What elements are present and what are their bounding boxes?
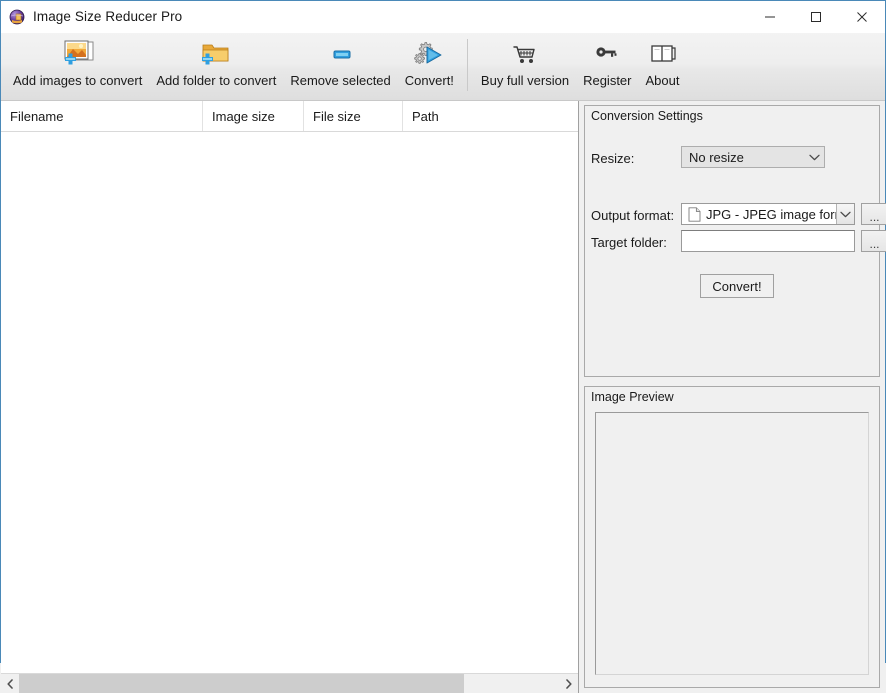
gears-play-icon	[412, 37, 446, 73]
column-header-filename[interactable]: Filename	[1, 101, 203, 131]
target-folder-input[interactable]	[681, 230, 855, 252]
add-image-icon	[61, 37, 95, 73]
toolbar-button-remove-selected[interactable]: Remove selected	[283, 37, 397, 97]
window-title: Image Size Reducer Pro	[33, 9, 182, 24]
column-header-file-size[interactable]: File size	[304, 101, 403, 131]
conversion-settings-group: Conversion Settings Resize: No resize Ou…	[584, 105, 880, 377]
convert-button[interactable]: Convert!	[700, 274, 774, 298]
toolbar-label-buy-full-version: Buy full version	[481, 73, 569, 89]
right-pane: Conversion Settings Resize: No resize Ou…	[579, 101, 885, 693]
window-controls	[747, 1, 885, 32]
toolbar-button-register[interactable]: Register	[576, 37, 638, 97]
scrollbar-thumb[interactable]	[19, 674, 464, 693]
toolbar-separator	[467, 39, 468, 91]
file-list-header: Filename Image size File size Path	[1, 101, 578, 132]
book-icon	[646, 37, 680, 73]
resize-dropdown[interactable]: No resize	[681, 146, 825, 168]
conversion-settings-title: Conversion Settings	[591, 109, 703, 123]
scrollbar-track[interactable]	[19, 674, 560, 693]
column-header-path[interactable]: Path	[403, 101, 578, 131]
scroll-left-arrow-icon[interactable]	[1, 674, 19, 693]
output-format-dropdown[interactable]: JPG - JPEG image form	[681, 203, 855, 225]
remove-icon	[324, 37, 358, 73]
toolbar-label-remove-selected: Remove selected	[290, 73, 390, 89]
output-format-label: Output format:	[591, 208, 674, 223]
application-window: Image Size Reducer Pro	[0, 0, 886, 663]
toolbar-button-add-folder[interactable]: Add folder to convert	[149, 37, 283, 97]
file-list-horizontal-scrollbar[interactable]	[1, 673, 578, 693]
toolbar-button-about[interactable]: About	[639, 37, 687, 97]
toolbar-label-convert: Convert!	[405, 73, 454, 89]
minimize-button[interactable]	[747, 1, 793, 32]
image-preview-canvas	[595, 412, 869, 675]
main-content: Filename Image size File size Path	[1, 101, 885, 693]
main-toolbar: Add images to convert Add folder to conv…	[1, 33, 885, 101]
document-icon	[688, 207, 701, 222]
image-preview-title: Image Preview	[591, 390, 674, 404]
output-format-value: JPG - JPEG image form	[703, 207, 836, 222]
toolbar-button-add-images[interactable]: Add images to convert	[1, 37, 149, 97]
output-format-browse-button[interactable]: ...	[861, 203, 886, 225]
app-globe-icon	[9, 9, 25, 25]
toolbar-label-about: About	[646, 73, 680, 89]
toolbar-label-add-images: Add images to convert	[13, 73, 142, 89]
shopping-cart-icon	[508, 37, 542, 73]
target-folder-label: Target folder:	[591, 235, 667, 250]
title-bar: Image Size Reducer Pro	[1, 1, 885, 33]
resize-label: Resize:	[591, 151, 634, 166]
resize-dropdown-value: No resize	[682, 150, 804, 165]
toolbar-button-buy-full-version[interactable]: Buy full version	[474, 37, 576, 97]
toolbar-label-register: Register	[583, 73, 631, 89]
scroll-right-arrow-icon[interactable]	[560, 674, 578, 693]
close-button[interactable]	[839, 1, 885, 32]
toolbar-label-add-folder: Add folder to convert	[156, 73, 276, 89]
target-folder-browse-button[interactable]: ...	[861, 230, 886, 252]
toolbar-button-convert[interactable]: Convert!	[398, 37, 461, 97]
output-format-chevron-down-icon[interactable]	[836, 204, 854, 224]
key-icon	[590, 37, 624, 73]
add-folder-icon	[199, 37, 233, 73]
chevron-down-icon	[804, 154, 824, 161]
column-header-image-size[interactable]: Image size	[203, 101, 304, 131]
file-list-view[interactable]: Filename Image size File size Path	[1, 101, 579, 693]
file-list-body[interactable]	[1, 132, 578, 673]
maximize-button[interactable]	[793, 1, 839, 32]
image-preview-group: Image Preview	[584, 386, 880, 688]
